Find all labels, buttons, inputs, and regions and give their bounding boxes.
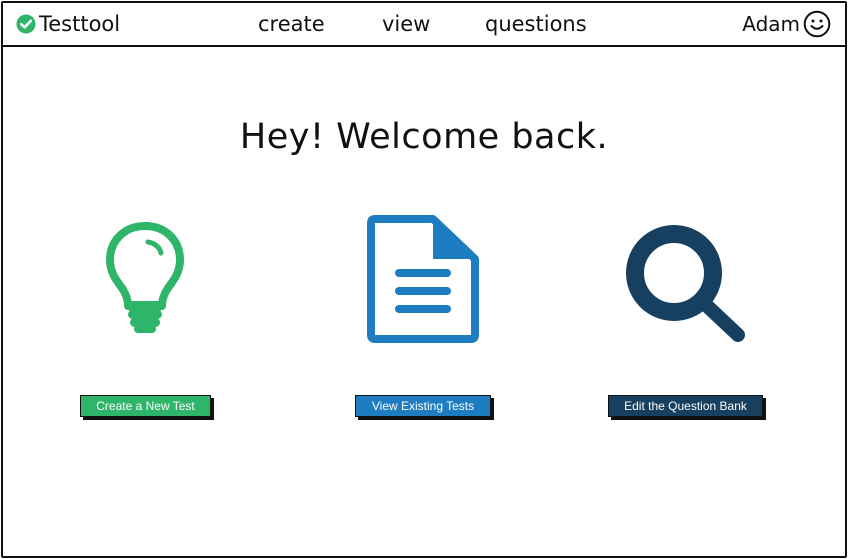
- nav-questions-link[interactable]: questions: [485, 11, 587, 37]
- document-icon[interactable]: [367, 213, 481, 345]
- user-name: Adam: [742, 12, 800, 36]
- edit-question-bank-button[interactable]: Edit the Question Bank: [608, 395, 763, 417]
- top-navbar: Testtool create view questions Adam: [3, 3, 845, 47]
- nav-view-link[interactable]: view: [382, 11, 430, 37]
- create-new-test-button[interactable]: Create a New Test: [80, 395, 211, 417]
- search-icon[interactable]: [624, 223, 748, 345]
- nav-create-link[interactable]: create: [258, 11, 325, 37]
- app-title: Testtool: [39, 12, 121, 36]
- smiley-face-icon: [803, 10, 831, 38]
- user-menu[interactable]: Adam: [742, 10, 831, 38]
- check-circle-icon: [16, 14, 36, 34]
- lightbulb-icon[interactable]: [104, 222, 186, 334]
- welcome-heading: Hey! Welcome back.: [239, 117, 609, 157]
- view-existing-tests-button[interactable]: View Existing Tests: [355, 395, 491, 417]
- brand[interactable]: Testtool: [16, 11, 120, 37]
